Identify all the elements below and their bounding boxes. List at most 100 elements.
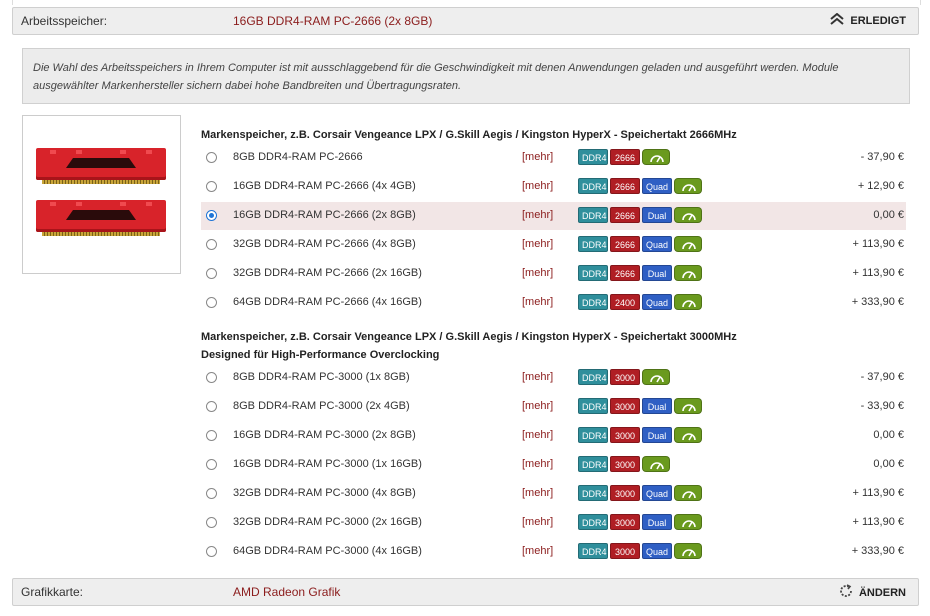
group-title-line: Markenspeicher, z.B. Corsair Vengeance L… <box>201 331 737 343</box>
option-price: - 37,90 € <box>860 371 904 383</box>
option-radio[interactable] <box>206 401 217 412</box>
performance-gauge-icon <box>674 398 702 414</box>
option-radio[interactable] <box>206 488 217 499</box>
done-button[interactable]: ERLEDIGT <box>830 12 906 28</box>
more-link[interactable]: [mehr] <box>522 238 553 250</box>
change-button-label: ÄNDERN <box>858 586 906 599</box>
option-badges: DDR4 2666 Dual <box>578 207 702 223</box>
option-badges: DDR4 3000 <box>578 369 670 385</box>
more-link[interactable]: [mehr] <box>522 209 553 221</box>
speed-badge: 3000 <box>610 369 640 385</box>
more-link[interactable]: [mehr] <box>522 267 553 279</box>
option-radio[interactable] <box>206 210 217 221</box>
option-label: 32GB DDR4-RAM PC-3000 (4x 8GB) <box>233 487 416 499</box>
ddr-badge: DDR4 <box>578 207 608 223</box>
ddr-badge: DDR4 <box>578 514 608 530</box>
option-radio[interactable] <box>206 430 217 441</box>
option-badges: DDR4 2400 Quad <box>578 294 702 310</box>
ddr-badge: DDR4 <box>578 369 608 385</box>
speed-badge: 2666 <box>610 265 640 281</box>
option-row[interactable]: 16GB DDR4-RAM PC-3000 (1x 16GB) [mehr] DDR… <box>201 451 906 479</box>
option-row[interactable]: 16GB DDR4-RAM PC-2666 (2x 8GB) [mehr] DDR4… <box>201 202 906 230</box>
option-badges: DDR4 3000 Quad <box>578 485 702 501</box>
option-radio[interactable] <box>206 546 217 557</box>
graphics-selected-value: AMD Radeon Grafik <box>233 585 341 599</box>
option-badges: DDR4 2666 <box>578 149 670 165</box>
channel-badge: Dual <box>642 427 672 443</box>
option-price: + 113,90 € <box>852 267 904 279</box>
option-radio[interactable] <box>206 181 217 192</box>
option-price: - 37,90 € <box>860 151 904 163</box>
option-price: + 113,90 € <box>852 516 904 528</box>
option-row[interactable]: 32GB DDR4-RAM PC-3000 (2x 16GB) [mehr] DDR… <box>201 509 906 537</box>
speed-badge: 2666 <box>610 149 640 165</box>
speed-badge: 3000 <box>610 543 640 559</box>
more-link[interactable]: [mehr] <box>522 180 553 192</box>
more-link[interactable]: [mehr] <box>522 296 553 308</box>
more-link[interactable]: [mehr] <box>522 151 553 163</box>
option-radio[interactable] <box>206 239 217 250</box>
speed-badge: 3000 <box>610 514 640 530</box>
option-price: 0,00 € <box>873 209 904 221</box>
option-label: 8GB DDR4-RAM PC-3000 (2x 4GB) <box>233 400 410 412</box>
option-label: 32GB DDR4-RAM PC-2666 (2x 16GB) <box>233 267 422 279</box>
graphics-section-header: Grafikkarte: AMD Radeon Grafik ÄNDERN <box>12 578 919 606</box>
more-link[interactable]: [mehr] <box>522 516 553 528</box>
option-row[interactable]: 32GB DDR4-RAM PC-3000 (4x 8GB) [mehr] DDR4… <box>201 480 906 508</box>
option-price: + 333,90 € <box>851 545 904 557</box>
performance-gauge-icon <box>674 427 702 443</box>
graphics-section-label: Grafikkarte: <box>21 585 84 599</box>
option-price: + 113,90 € <box>852 487 904 499</box>
option-row[interactable]: 8GB DDR4-RAM PC-3000 (1x 8GB) [mehr] DDR4 3… <box>201 364 906 392</box>
option-row[interactable]: 64GB DDR4-RAM PC-3000 (4x 16GB) [mehr] DDR… <box>201 538 906 566</box>
option-radio[interactable] <box>206 459 217 470</box>
performance-gauge-icon <box>674 265 702 281</box>
ddr-badge: DDR4 <box>578 456 608 472</box>
option-row[interactable]: 8GB DDR4-RAM PC-2666 [mehr] DDR4 2666 - 37,9… <box>201 144 906 172</box>
ram-stick-image <box>36 200 166 236</box>
ddr-badge: DDR4 <box>578 265 608 281</box>
product-image <box>22 115 181 274</box>
option-badges: DDR4 3000 Quad <box>578 543 702 559</box>
option-badges: DDR4 3000 <box>578 456 670 472</box>
option-row[interactable]: 32GB DDR4-RAM PC-2666 (2x 16GB) [mehr] DDR… <box>201 260 906 288</box>
performance-gauge-icon <box>642 369 670 385</box>
performance-gauge-icon <box>642 149 670 165</box>
group-title-line: Markenspeicher, z.B. Corsair Vengeance L… <box>201 129 737 141</box>
option-row[interactable]: 64GB DDR4-RAM PC-2666 (4x 16GB) [mehr] DDR… <box>201 289 906 317</box>
change-button[interactable]: ÄNDERN <box>839 584 906 601</box>
option-radio[interactable] <box>206 152 217 163</box>
option-label: 16GB DDR4-RAM PC-3000 (2x 8GB) <box>233 429 416 441</box>
option-radio[interactable] <box>206 268 217 279</box>
option-badges: DDR4 3000 Dual <box>578 427 702 443</box>
option-radio[interactable] <box>206 372 217 383</box>
option-radio[interactable] <box>206 517 217 528</box>
ddr-badge: DDR4 <box>578 294 608 310</box>
option-row[interactable]: 32GB DDR4-RAM PC-2666 (4x 8GB) [mehr] DDR4… <box>201 231 906 259</box>
option-price: + 333,90 € <box>851 296 904 308</box>
option-row[interactable]: 16GB DDR4-RAM PC-3000 (2x 8GB) [mehr] DDR4… <box>201 422 906 450</box>
more-link[interactable]: [mehr] <box>522 458 553 470</box>
more-link[interactable]: [mehr] <box>522 487 553 499</box>
more-link[interactable]: [mehr] <box>522 429 553 441</box>
memory-section-label: Arbeitsspeicher: <box>21 14 108 28</box>
option-label: 16GB DDR4-RAM PC-3000 (1x 16GB) <box>233 458 422 470</box>
speed-badge: 2666 <box>610 236 640 252</box>
speed-badge: 3000 <box>610 398 640 414</box>
option-price: + 113,90 € <box>852 238 904 250</box>
option-row[interactable]: 8GB DDR4-RAM PC-3000 (2x 4GB) [mehr] DDR4 3… <box>201 393 906 421</box>
performance-gauge-icon <box>674 294 702 310</box>
option-radio[interactable] <box>206 297 217 308</box>
ddr-badge: DDR4 <box>578 427 608 443</box>
option-badges: DDR4 2666 Quad <box>578 236 702 252</box>
more-link[interactable]: [mehr] <box>522 371 553 383</box>
channel-badge: Dual <box>642 514 672 530</box>
more-link[interactable]: [mehr] <box>522 400 553 412</box>
option-label: 16GB DDR4-RAM PC-2666 (2x 8GB) <box>233 209 416 221</box>
option-label: 16GB DDR4-RAM PC-2666 (4x 4GB) <box>233 180 416 192</box>
option-price: 0,00 € <box>873 458 904 470</box>
more-link[interactable]: [mehr] <box>522 545 553 557</box>
ddr-badge: DDR4 <box>578 178 608 194</box>
option-price: - 33,90 € <box>860 400 904 412</box>
option-row[interactable]: 16GB DDR4-RAM PC-2666 (4x 4GB) [mehr] DDR4… <box>201 173 906 201</box>
